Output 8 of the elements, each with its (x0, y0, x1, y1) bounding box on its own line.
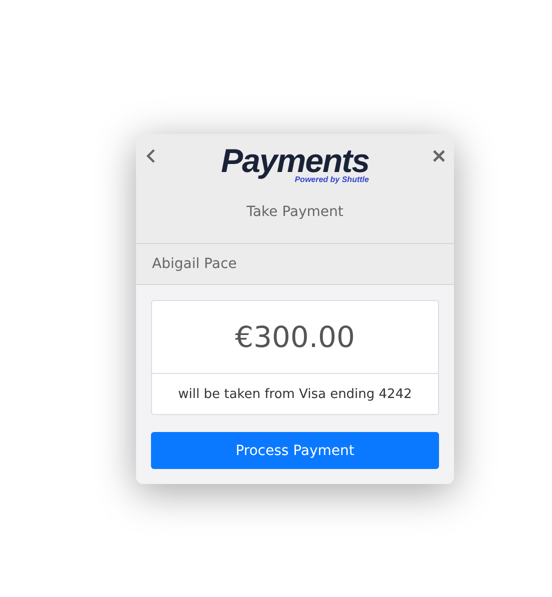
back-icon[interactable] (144, 148, 158, 164)
payment-source: will be taken from Visa ending 4242 (178, 386, 412, 402)
close-icon[interactable] (432, 148, 446, 164)
process-payment-button[interactable]: Process Payment (151, 432, 439, 469)
amount: €300.00 (235, 320, 355, 354)
logo-title: Payments (221, 144, 369, 178)
customer-name: Abigail Pace (152, 256, 237, 272)
dialog-title: Take Payment (246, 204, 344, 220)
